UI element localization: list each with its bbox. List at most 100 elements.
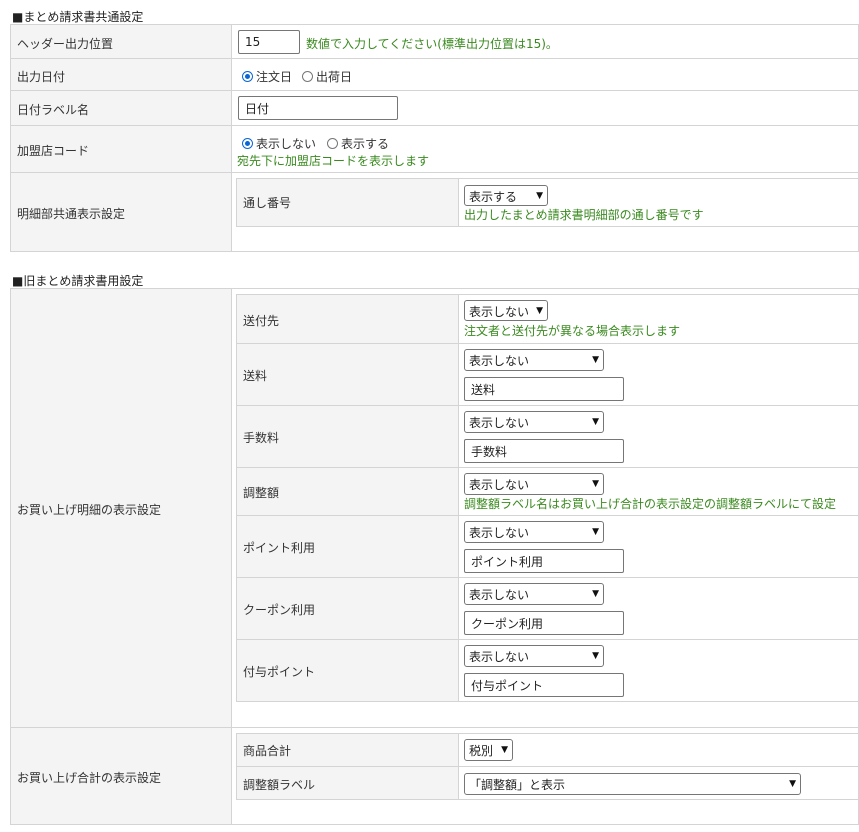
serial-select-value: 表示する: [469, 190, 518, 204]
radio-ship-date[interactable]: 出荷日: [302, 68, 352, 85]
coupon-use-label: クーポン利用: [243, 603, 316, 617]
chevron-down-icon: ▼: [592, 651, 599, 661]
chevron-down-icon: ▼: [536, 305, 543, 316]
adjust-label-select[interactable]: 「調整額」と表示 ▼: [464, 773, 801, 795]
shipto-label-cell: 送付先: [236, 294, 459, 344]
adjust-note: 調整額ラベル名はお買い上げ合計の表示設定の調整額ラベルにて設定: [464, 497, 837, 511]
detail-common-label-cell: 明細部共通表示設定: [10, 172, 232, 252]
adjust-label-setting-value-cell: 「調整額」と表示 ▼: [458, 766, 859, 800]
chevron-down-icon: ▼: [592, 589, 599, 599]
point-use-label: ポイント利用: [243, 541, 316, 555]
member-code-label-cell: 加盟店コード: [10, 125, 232, 173]
grant-point-label: 付与ポイント: [243, 665, 316, 679]
output-date-value-cell: 注文日 出荷日: [231, 58, 859, 91]
coupon-use-value-cell: 表示しない ▼: [458, 577, 859, 640]
member-code-value-cell: 表示しない 表示する 宛先下に加盟店コードを表示します: [231, 125, 859, 173]
radio-order-date-label: 注文日: [256, 70, 293, 84]
radio-member-hide[interactable]: 表示しない: [242, 135, 316, 152]
radio-order-date[interactable]: 注文日: [242, 68, 292, 85]
chevron-down-icon: ▼: [789, 779, 796, 789]
adjust-label-select-value: 「調整額」と表示: [469, 778, 566, 792]
header-position-label: ヘッダー出力位置: [17, 37, 114, 51]
member-code-note: 宛先下に加盟店コードを表示します: [237, 154, 430, 168]
coupon-use-label-input[interactable]: [464, 611, 624, 635]
chevron-down-icon: ▼: [592, 527, 599, 537]
fee-label: 手数料: [243, 431, 280, 445]
product-total-label-cell: 商品合計: [236, 733, 459, 767]
date-label-input[interactable]: [238, 96, 398, 120]
purchase-total-label: お買い上げ合計の表示設定: [17, 771, 162, 785]
radio-ship-date-dot: [302, 71, 313, 82]
shipping-value-cell: 表示しない ▼: [458, 343, 859, 406]
purchase-total-label-cell: お買い上げ合計の表示設定: [10, 727, 232, 825]
shipping-select[interactable]: 表示しない ▼: [464, 349, 604, 371]
date-label-label-cell: 日付ラベル名: [10, 90, 232, 126]
section-title-legacy: ■旧まとめ請求書用設定: [12, 274, 144, 288]
shipto-label: 送付先: [243, 314, 280, 328]
grant-point-value-cell: 表示しない ▼: [458, 639, 859, 702]
fee-select-value: 表示しない: [469, 416, 530, 430]
coupon-use-label-cell: クーポン利用: [236, 577, 459, 640]
coupon-use-select-value: 表示しない: [469, 588, 530, 602]
shipping-label: 送料: [243, 369, 268, 383]
adjust-value-cell: 表示しない ▼ 調整額ラベル名はお買い上げ合計の表示設定の調整額ラベルにて設定: [458, 467, 859, 516]
chevron-down-icon: ▼: [592, 355, 599, 365]
adjust-label: 調整額: [243, 486, 280, 500]
fee-select[interactable]: 表示しない ▼: [464, 411, 604, 433]
radio-order-date-dot: [242, 71, 253, 82]
output-date-label: 出力日付: [17, 70, 66, 84]
product-total-select-value: 税別: [469, 744, 494, 758]
adjust-label-setting-label-cell: 調整額ラベル: [236, 766, 459, 800]
radio-member-show[interactable]: 表示する: [327, 135, 389, 152]
point-use-label-input[interactable]: [464, 549, 624, 573]
point-use-label-cell: ポイント利用: [236, 515, 459, 578]
member-code-label: 加盟店コード: [17, 144, 90, 158]
chevron-down-icon: ▼: [592, 479, 599, 489]
adjust-label-cell: 調整額: [236, 467, 459, 516]
section-title-common: ■まとめ請求書共通設定: [12, 10, 144, 24]
point-use-select-value: 表示しない: [469, 526, 530, 540]
adjust-select-value: 表示しない: [469, 478, 530, 492]
header-position-note: 数値で入力してください(標準出力位置は15)。: [306, 37, 558, 51]
radio-member-hide-dot: [242, 138, 253, 149]
shipping-select-value: 表示しない: [469, 354, 530, 368]
adjust-select[interactable]: 表示しない ▼: [464, 473, 604, 495]
coupon-use-select[interactable]: 表示しない ▼: [464, 583, 604, 605]
chevron-down-icon: ▼: [536, 190, 543, 201]
shipto-select-value: 表示しない: [469, 305, 530, 319]
date-label-value-cell: [231, 90, 859, 126]
header-position-label-cell: ヘッダー出力位置: [10, 24, 232, 59]
shipping-label-input[interactable]: [464, 377, 624, 401]
serial-select[interactable]: 表示する ▼: [464, 185, 548, 206]
purchase-detail-label: お買い上げ明細の表示設定: [17, 503, 162, 517]
grant-point-select[interactable]: 表示しない ▼: [464, 645, 604, 667]
detail-common-label: 明細部共通表示設定: [17, 207, 126, 221]
header-position-value-cell: 数値で入力してください(標準出力位置は15)。: [231, 24, 859, 59]
adjust-label-setting-label: 調整額ラベル: [243, 778, 316, 792]
serial-note: 出力したまとめ請求書明細部の通し番号です: [464, 208, 704, 222]
date-label-label: 日付ラベル名: [17, 103, 90, 117]
product-total-select[interactable]: 税別 ▼: [464, 739, 513, 761]
grant-point-select-value: 表示しない: [469, 650, 530, 664]
serial-value-cell: 表示する ▼ 出力したまとめ請求書明細部の通し番号です: [458, 178, 859, 227]
purchase-detail-label-cell: お買い上げ明細の表示設定: [10, 288, 232, 728]
product-total-value-cell: 税別 ▼: [458, 733, 859, 767]
fee-label-cell: 手数料: [236, 405, 459, 468]
fee-label-input[interactable]: [464, 439, 624, 463]
grant-point-label-input[interactable]: [464, 673, 624, 697]
radio-member-show-label: 表示する: [341, 137, 390, 151]
radio-member-hide-label: 表示しない: [256, 137, 317, 151]
shipping-label-cell: 送料: [236, 343, 459, 406]
radio-ship-date-label: 出荷日: [316, 70, 353, 84]
fee-value-cell: 表示しない ▼: [458, 405, 859, 468]
shipto-note: 注文者と送付先が異なる場合表示します: [464, 324, 681, 338]
shipto-select[interactable]: 表示しない ▼: [464, 300, 548, 321]
chevron-down-icon: ▼: [501, 745, 508, 755]
header-position-input[interactable]: [238, 30, 300, 54]
output-date-label-cell: 出力日付: [10, 58, 232, 91]
serial-label-cell: 通し番号: [236, 178, 459, 227]
point-use-value-cell: 表示しない ▼: [458, 515, 859, 578]
chevron-down-icon: ▼: [592, 417, 599, 427]
point-use-select[interactable]: 表示しない ▼: [464, 521, 604, 543]
radio-member-show-dot: [327, 138, 338, 149]
